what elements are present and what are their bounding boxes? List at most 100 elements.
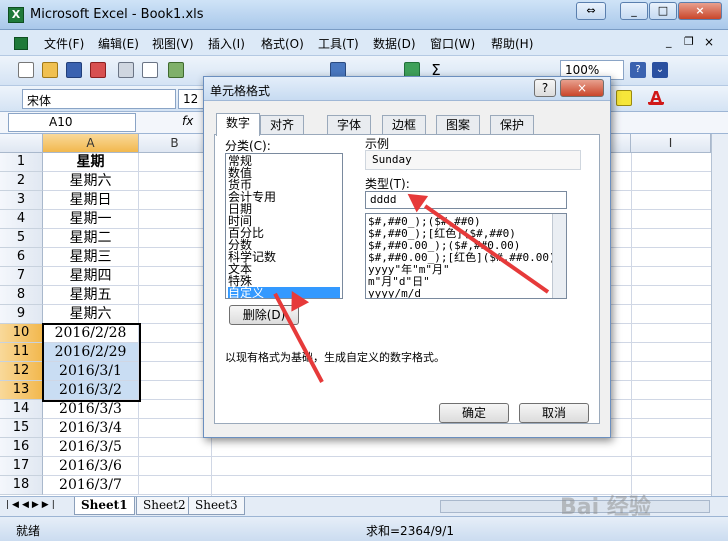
row-header[interactable]: 6 [0, 248, 43, 267]
cancel-button[interactable]: 取消 [519, 403, 589, 423]
cell-a[interactable]: 星期四 [43, 267, 139, 286]
menu-tools[interactable]: 工具(T) [318, 35, 359, 52]
print-icon[interactable] [118, 62, 134, 78]
type-label: 类型(T): [365, 177, 410, 191]
category-list[interactable]: 常规 数值 货币 会计专用 日期 时间 百分比 分数 科学记数 文本 特殊 自定义 [225, 153, 343, 299]
row-header[interactable]: 4 [0, 210, 43, 229]
cell-a[interactable]: 星期三 [43, 248, 139, 267]
doc-minimize-icon[interactable]: _ [666, 35, 672, 48]
sheet-tab-2[interactable]: Sheet2 [136, 497, 193, 515]
row-header[interactable]: 11 [0, 343, 43, 362]
row-header[interactable]: 10 [0, 324, 43, 343]
dialog-title-bar: 单元格格式 ? × [204, 77, 610, 101]
row-header[interactable]: 3 [0, 191, 43, 210]
dialog-help-button[interactable]: ? [534, 79, 556, 97]
name-box-value: A10 [49, 115, 73, 129]
tab-alignment[interactable]: 对齐 [260, 115, 304, 135]
tab-protection[interactable]: 保护 [490, 115, 534, 135]
print-preview-icon[interactable] [142, 62, 158, 78]
tab-number[interactable]: 数字 [216, 113, 260, 136]
minimize-button[interactable]: _ [620, 2, 648, 20]
sheet-tab-1[interactable]: Sheet1 [74, 497, 135, 515]
row-header[interactable]: 18 [0, 476, 43, 495]
type-value: dddd [370, 193, 397, 206]
cell-a[interactable]: 星期日 [43, 191, 139, 210]
row-header[interactable]: 9 [0, 305, 43, 324]
select-all-corner[interactable] [0, 134, 43, 153]
sample-value: Sunday [372, 153, 412, 166]
row-header[interactable]: 15 [0, 419, 43, 438]
font-size-select[interactable]: 12 [178, 89, 204, 109]
cell-a[interactable]: 2016/3/7 [43, 476, 139, 495]
cell-a[interactable]: 星期六 [43, 305, 139, 324]
save-icon[interactable] [66, 62, 82, 78]
menu-data[interactable]: 数据(D) [373, 35, 416, 52]
tab-font[interactable]: 字体 [327, 115, 371, 135]
column-header-b[interactable]: B [139, 134, 211, 153]
doc-icon[interactable] [14, 37, 28, 50]
row-header[interactable]: 12 [0, 362, 43, 381]
cell-a[interactable]: 2016/3/5 [43, 438, 139, 457]
menu-help[interactable]: 帮助(H) [491, 35, 533, 52]
help-icon[interactable]: ? [630, 62, 646, 78]
maximize-button[interactable]: □ [649, 2, 677, 20]
row-header[interactable]: 2 [0, 172, 43, 191]
cell-a[interactable]: 星期二 [43, 229, 139, 248]
new-icon[interactable] [18, 62, 34, 78]
dialog-close-button[interactable]: × [560, 79, 604, 97]
spelling-icon[interactable] [168, 62, 184, 78]
font-size-value: 12 [183, 92, 199, 106]
cell-a[interactable]: 星期 [43, 153, 139, 172]
cell-a[interactable]: 星期五 [43, 286, 139, 305]
menu-window[interactable]: 窗口(W) [430, 35, 475, 52]
format-item[interactable]: yyyy/m/d [368, 288, 421, 299]
menu-view[interactable]: 视图(V) [152, 35, 194, 52]
name-box[interactable]: A10 [8, 113, 136, 132]
menu-format[interactable]: 格式(O) [261, 35, 304, 52]
menu-insert[interactable]: 插入(I) [208, 35, 245, 52]
font-color-icon[interactable]: A [648, 89, 664, 105]
type-input[interactable]: dddd [365, 191, 567, 209]
tab-pattern[interactable]: 图案 [436, 115, 480, 135]
font-name-select[interactable]: 宋体 [22, 89, 176, 109]
cell-a[interactable]: 2016/3/3 [43, 400, 139, 419]
menu-file[interactable]: 文件(F) [44, 35, 84, 52]
number-tab-panel: 分类(C): 常规 数值 货币 会计专用 日期 时间 百分比 分数 科学记数 文本 特殊 自定义 示例… [214, 134, 600, 424]
row-header[interactable]: 17 [0, 457, 43, 476]
tab-scroll-icons[interactable]: |◀◀▶▶| [6, 500, 58, 510]
row-header[interactable]: 8 [0, 286, 43, 305]
title-bar: X Microsoft Excel - Book1.xls ⇔ _ □ × [0, 0, 728, 30]
doc-close-icon[interactable]: × [704, 35, 714, 49]
row-header[interactable]: 5 [0, 229, 43, 248]
format-list-scrollbar[interactable] [552, 214, 566, 298]
column-header-i[interactable]: I [631, 134, 711, 153]
toolbar-options-icon[interactable]: ⌄ [652, 62, 668, 78]
cell-a[interactable]: 星期一 [43, 210, 139, 229]
row-header[interactable]: 1 [0, 153, 43, 172]
row-header[interactable]: 16 [0, 438, 43, 457]
sheet-tab-3[interactable]: Sheet3 [188, 497, 245, 515]
sample-box: Sunday [365, 150, 581, 170]
excel-icon: X [8, 7, 24, 23]
window-title: Microsoft Excel - Book1.xls [30, 7, 204, 22]
fx-icon[interactable]: fx [182, 114, 193, 128]
ok-button[interactable]: 确定 [439, 403, 509, 423]
doc-restore-icon[interactable]: ❐ [684, 35, 694, 48]
cell-a[interactable]: 2016/3/4 [43, 419, 139, 438]
cell-a[interactable]: 星期六 [43, 172, 139, 191]
cell-a[interactable]: 2016/3/6 [43, 457, 139, 476]
watermark: Bai 经验 [560, 495, 651, 520]
hint-text: 以现有格式为基础，生成自定义的数字格式。 [225, 351, 445, 364]
open-icon[interactable] [42, 62, 58, 78]
column-header-a[interactable]: A [43, 134, 139, 153]
row-header[interactable]: 13 [0, 381, 43, 400]
menu-edit[interactable]: 编辑(E) [98, 35, 139, 52]
permission-icon[interactable] [90, 62, 106, 78]
fill-color-icon[interactable] [616, 90, 632, 106]
vertical-scrollbar[interactable] [711, 134, 728, 496]
restore-window-button[interactable]: ⇔ [576, 2, 606, 20]
tab-border[interactable]: 边框 [382, 115, 426, 135]
row-header[interactable]: 7 [0, 267, 43, 286]
close-button[interactable]: × [678, 2, 722, 20]
row-header[interactable]: 14 [0, 400, 43, 419]
